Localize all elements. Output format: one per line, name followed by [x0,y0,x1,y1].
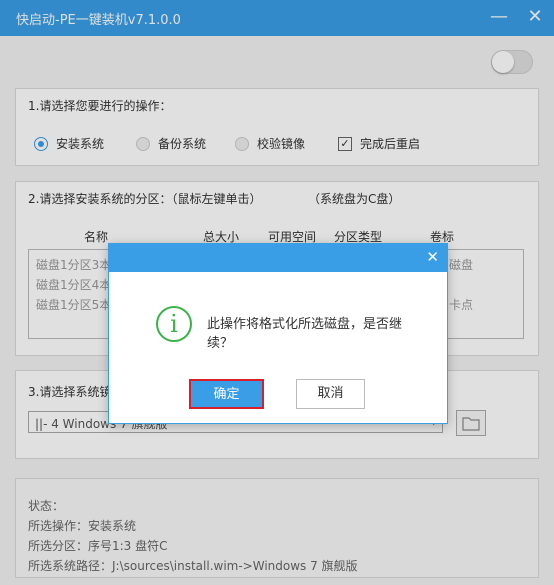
confirm-dialog: ✕ i 此操作将格式化所选磁盘，是否继续？ 确定 取消 [108,243,448,424]
dialog-header: ✕ [109,244,447,272]
cancel-button[interactable]: 取消 [296,379,365,409]
dialog-close-icon[interactable]: ✕ [426,248,439,266]
dialog-message: 此操作将格式化所选磁盘，是否继续？ [207,317,403,351]
confirm-button[interactable]: 确定 [189,379,264,409]
info-icon: i [156,306,192,342]
